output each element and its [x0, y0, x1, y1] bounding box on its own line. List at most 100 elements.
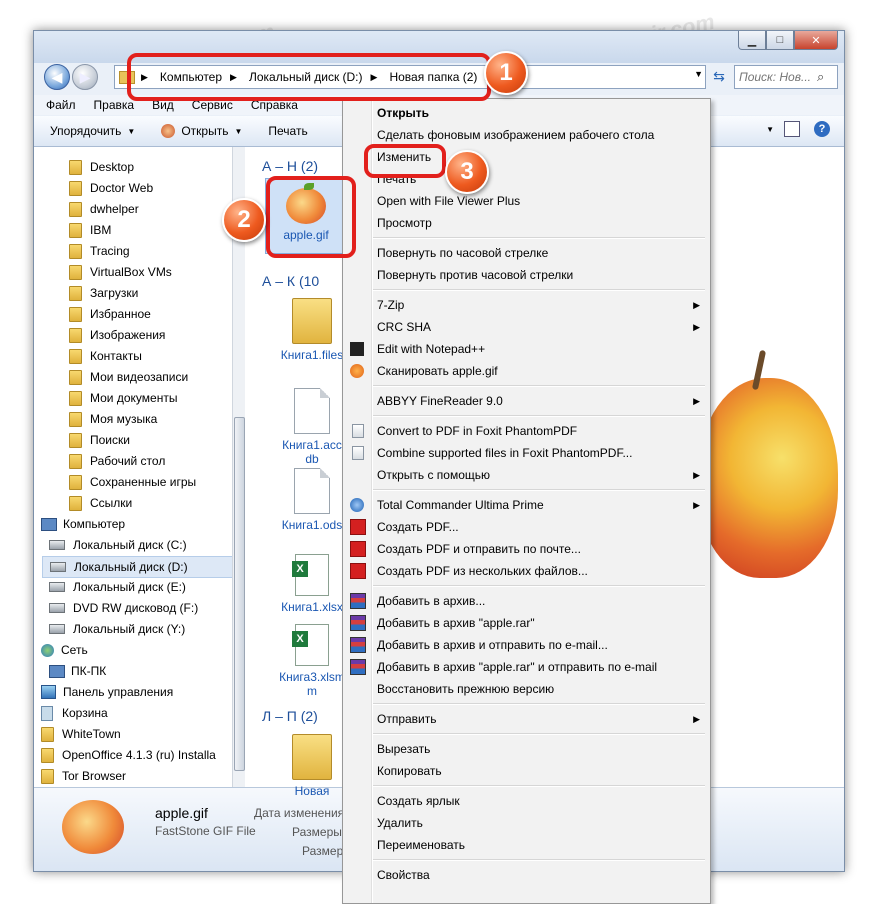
- chevron-down-icon[interactable]: ▼: [766, 125, 774, 134]
- context-menu-item[interactable]: Создать PDF и отправить по почте...: [343, 538, 710, 560]
- search-icon[interactable]: ⌕: [817, 69, 824, 85]
- context-menu-item[interactable]: Отправить ▶: [343, 708, 710, 730]
- context-menu-item[interactable]: Копировать: [343, 760, 710, 782]
- search-input[interactable]: [735, 69, 817, 85]
- nav-item[interactable]: Мои документы: [69, 388, 177, 408]
- context-menu-item[interactable]: Добавить в архив "apple.rar": [343, 612, 710, 634]
- nav-item[interactable]: DVD RW дисковод (F:): [49, 598, 198, 618]
- nav-item[interactable]: Контакты: [69, 346, 142, 366]
- nav-item[interactable]: Изображения: [69, 325, 165, 345]
- menu-file[interactable]: Файл: [46, 98, 76, 112]
- organize-button[interactable]: Упорядочить ▼: [50, 124, 135, 138]
- context-menu-item[interactable]: Открыть: [343, 102, 710, 124]
- nav-item[interactable]: Компьютер: [41, 514, 125, 534]
- file-kniga1-accdb[interactable]: Книга1.acc db: [272, 388, 352, 466]
- close-button[interactable]: ✕: [794, 31, 838, 50]
- file-kniga1-files[interactable]: Книга1.files: [272, 298, 352, 362]
- nav-item[interactable]: ПК-ПК: [49, 661, 106, 681]
- maximize-button[interactable]: □: [766, 31, 794, 50]
- nav-scrollbar-thumb[interactable]: [234, 417, 245, 771]
- file-label: db: [305, 452, 319, 466]
- context-menu-item[interactable]: Вырезать: [343, 738, 710, 760]
- nav-item[interactable]: Локальный диск (D:): [42, 556, 233, 578]
- context-menu-item[interactable]: Восстановить прежнюю версию: [343, 678, 710, 700]
- context-menu-item[interactable]: 7-Zip ▶: [343, 294, 710, 316]
- nav-item[interactable]: Поиски: [69, 430, 130, 450]
- file-kniga1-xlsx[interactable]: X Книга1.xlsx: [272, 554, 352, 614]
- file-kniga3-xlsm[interactable]: X Книга3.xlsm m: [272, 624, 352, 698]
- context-menu-item[interactable]: Добавить в архив и отправить по e-mail..…: [343, 634, 710, 656]
- nav-item[interactable]: Сеть: [41, 640, 88, 660]
- nav-item-label: Мои видеозаписи: [90, 370, 189, 384]
- nav-item[interactable]: Сохраненные игры: [69, 472, 196, 492]
- context-menu-item[interactable]: Edit with Notepad++: [343, 338, 710, 360]
- file-novaya[interactable]: Новая: [272, 734, 352, 798]
- search-box[interactable]: ⌕: [734, 65, 838, 89]
- chevron-down-icon[interactable]: ▼: [694, 69, 703, 79]
- nav-item[interactable]: Мои видеозаписи: [69, 367, 188, 387]
- context-menu-item[interactable]: Открыть с помощью ▶: [343, 464, 710, 486]
- context-menu-item[interactable]: Свойства: [343, 864, 710, 886]
- submenu-arrow-icon: ▶: [693, 469, 700, 480]
- context-menu-item[interactable]: Повернуть по часовой стрелке: [343, 242, 710, 264]
- nav-item[interactable]: Локальный диск (E:): [49, 577, 186, 597]
- context-menu-item[interactable]: Просмотр: [343, 212, 710, 234]
- context-menu-item[interactable]: Повернуть против часовой стрелки: [343, 264, 710, 286]
- print-button[interactable]: Печать: [268, 124, 307, 138]
- nav-item[interactable]: dwhelper: [69, 199, 139, 219]
- context-menu-item[interactable]: Создать ярлык: [343, 790, 710, 812]
- nav-item[interactable]: Tracing: [69, 241, 130, 261]
- help-icon[interactable]: ?: [814, 121, 830, 137]
- recycle-bin-icon: [41, 705, 53, 721]
- context-menu-item[interactable]: Переименовать: [343, 834, 710, 856]
- context-menu-item[interactable]: Total Commander Ultima Prime ▶: [343, 494, 710, 516]
- nav-item[interactable]: Tor Browser: [41, 766, 126, 786]
- nav-item[interactable]: Избранное: [69, 304, 151, 324]
- group-header[interactable]: А – К (10: [262, 273, 319, 289]
- nav-item-label: Ссылки: [90, 496, 133, 510]
- group-header[interactable]: Л – П (2): [262, 708, 318, 724]
- preview-pane-button[interactable]: [784, 121, 800, 137]
- context-menu-item[interactable]: ABBYY FineReader 9.0 ▶: [343, 390, 710, 412]
- nav-item[interactable]: Desktop: [69, 157, 134, 177]
- context-menu-item[interactable]: Combine supported files in Foxit Phantom…: [343, 442, 710, 464]
- context-menu-item-label: Свойства: [377, 868, 430, 882]
- context-menu-item[interactable]: Сканировать apple.gif: [343, 360, 710, 382]
- context-menu-item[interactable]: CRC SHA ▶: [343, 316, 710, 338]
- nav-item[interactable]: Загрузки: [69, 283, 138, 303]
- group-header[interactable]: А – Н (2): [262, 158, 318, 174]
- context-menu-item[interactable]: Удалить: [343, 812, 710, 834]
- refresh-button[interactable]: ⇆: [708, 65, 730, 87]
- nav-item[interactable]: WhiteTown: [41, 724, 121, 744]
- nav-item[interactable]: Моя музыка: [69, 409, 157, 429]
- context-menu-item[interactable]: Создать PDF из нескольких файлов...: [343, 560, 710, 582]
- context-menu-item[interactable]: Создать PDF...: [343, 516, 710, 538]
- drive-icon: [49, 603, 65, 613]
- context-menu-item-label: CRC SHA: [377, 320, 432, 334]
- nav-item[interactable]: OpenOffice 4.1.3 (ru) Installa: [41, 745, 216, 765]
- nav-item[interactable]: Ссылки: [69, 493, 132, 513]
- context-menu-item-label: Combine supported files in Foxit Phantom…: [377, 446, 633, 460]
- file-kniga1-ods[interactable]: Книга1.ods: [272, 468, 352, 532]
- menu-edit[interactable]: Правка: [94, 98, 135, 112]
- context-menu-item[interactable]: Open with File Viewer Plus: [343, 190, 710, 212]
- network-icon: [41, 643, 54, 657]
- nav-item-label: Мои документы: [90, 391, 178, 405]
- nav-item[interactable]: Корзина: [41, 703, 108, 723]
- nav-item[interactable]: Рабочий стол: [69, 451, 165, 471]
- nav-item[interactable]: IBM: [69, 220, 111, 240]
- print-label: Печать: [268, 124, 308, 138]
- minimize-button[interactable]: ▁: [738, 31, 766, 50]
- context-menu-item[interactable]: Добавить в архив...: [343, 590, 710, 612]
- nav-item[interactable]: VirtualBox VMs: [69, 262, 172, 282]
- nav-item[interactable]: Локальный диск (Y:): [49, 619, 185, 639]
- open-button[interactable]: Открыть ▼: [161, 124, 242, 138]
- nav-item[interactable]: Локальный диск (C:): [49, 535, 187, 555]
- context-menu-item[interactable]: Сделать фоновым изображением рабочего ст…: [343, 124, 710, 146]
- nav-item[interactable]: Doctor Web: [69, 178, 153, 198]
- context-menu-item[interactable]: Добавить в архив "apple.rar" и отправить…: [343, 656, 710, 678]
- forward-button[interactable]: ▶: [72, 64, 98, 90]
- nav-item[interactable]: Панель управления: [41, 682, 173, 702]
- context-menu-item[interactable]: Convert to PDF in Foxit PhantomPDF: [343, 420, 710, 442]
- back-button[interactable]: ◀: [44, 64, 70, 90]
